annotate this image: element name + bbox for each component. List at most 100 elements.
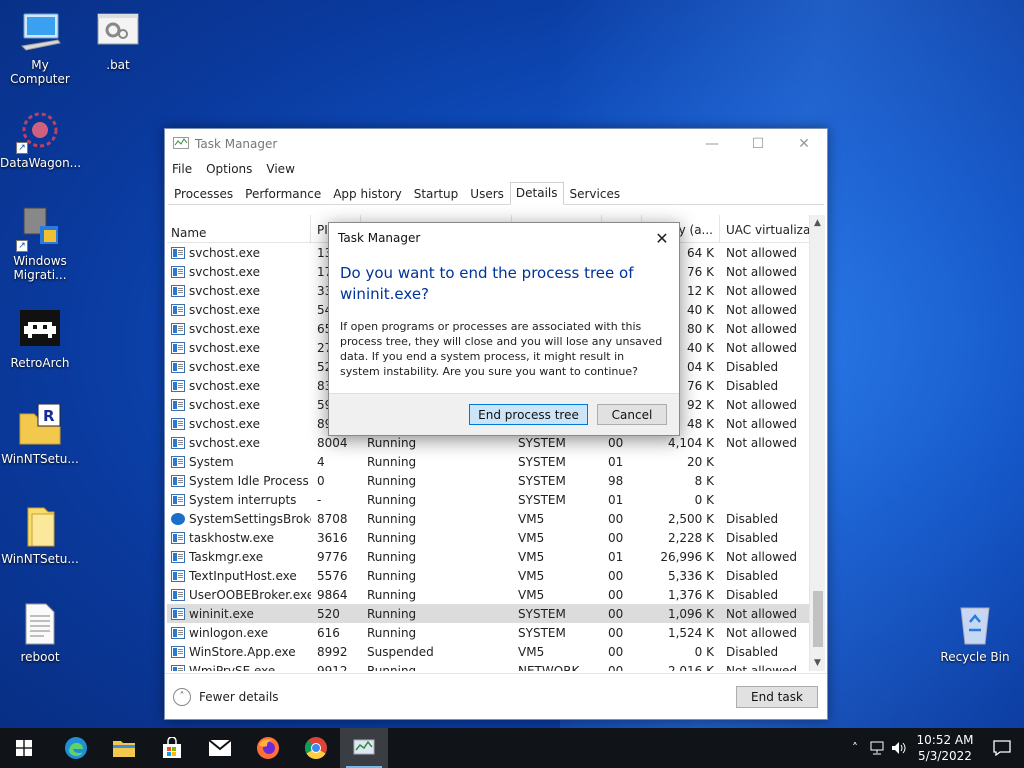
desktop-icon-winntsetup-2[interactable]: WinNTSetu... bbox=[0, 504, 80, 566]
cell-name: svchost.exe bbox=[167, 436, 311, 450]
taskbar-edge[interactable] bbox=[52, 728, 100, 768]
table-row[interactable]: wininit.exe 520 Running SYSTEM 00 1,096 K Not … bbox=[167, 604, 825, 623]
scroll-down-icon[interactable]: ▼ bbox=[810, 655, 825, 671]
tab-performance[interactable]: Performance bbox=[239, 183, 327, 205]
notifications-button[interactable] bbox=[980, 740, 1024, 756]
end-task-button[interactable]: End task bbox=[736, 685, 818, 708]
footer-bar: ˄ Fewer details End task bbox=[165, 673, 827, 719]
cell-name: TextInputHost.exe bbox=[167, 569, 311, 583]
cell-mem: 5,336 K bbox=[667, 568, 714, 583]
menu-view[interactable]: View bbox=[266, 162, 300, 176]
cell-name: svchost.exe bbox=[167, 284, 311, 298]
scroll-up-icon[interactable]: ▲ bbox=[810, 215, 825, 231]
cell-user: VM5 bbox=[518, 549, 545, 564]
process-icon bbox=[171, 474, 185, 487]
fewer-details-link[interactable]: ˄ Fewer details bbox=[173, 687, 279, 706]
cell-pid: 616 bbox=[317, 625, 340, 640]
close-icon[interactable]: ✕ bbox=[781, 129, 827, 159]
cell-status: Running bbox=[367, 587, 417, 602]
cell-pid: 9776 bbox=[317, 549, 348, 564]
table-row[interactable]: System interrupts - Running SYSTEM 01 0 K bbox=[167, 490, 825, 509]
clock-time: 10:52 AM bbox=[916, 733, 974, 747]
tab-details[interactable]: Details bbox=[509, 182, 564, 205]
tab-processes[interactable]: Processes bbox=[168, 183, 239, 205]
desktop-icon-bat[interactable]: .bat bbox=[78, 10, 158, 72]
scrollbar-thumb[interactable] bbox=[813, 591, 823, 647]
taskbar-task-manager[interactable] bbox=[340, 728, 388, 768]
end-process-tree-dialog: Task Manager ✕ Do you want to end the pr… bbox=[328, 222, 680, 436]
desktop-icon-recycle-bin[interactable]: Recycle Bin bbox=[935, 602, 1015, 664]
dialog-title-bar[interactable]: Task Manager ✕ bbox=[329, 223, 679, 253]
taskbar-clock[interactable]: 10:52 AM 5/3/2022 bbox=[910, 732, 980, 764]
table-row[interactable]: TextInputHost.exe 5576 Running VM5 00 5,336 K… bbox=[167, 566, 825, 585]
chevron-up-icon: ˄ bbox=[173, 687, 191, 706]
menu-options[interactable]: Options bbox=[206, 162, 258, 176]
volume-icon[interactable] bbox=[888, 741, 910, 755]
table-row[interactable]: System Idle Process 0 Running SYSTEM 98 8 K bbox=[167, 471, 825, 490]
folder-icon bbox=[18, 504, 62, 548]
cell-mem: 8 K bbox=[694, 473, 714, 488]
cell-name: wininit.exe bbox=[167, 607, 311, 621]
desktop-icon-reboot[interactable]: reboot bbox=[0, 602, 80, 664]
process-icon bbox=[171, 531, 185, 544]
network-icon[interactable] bbox=[866, 741, 888, 755]
tab-services[interactable]: Services bbox=[564, 183, 627, 205]
cell-pid: 4 bbox=[317, 454, 325, 469]
chevron-up-icon[interactable]: ˄ bbox=[844, 741, 866, 755]
close-icon[interactable]: ✕ bbox=[645, 223, 679, 253]
column-header-uac[interactable]: UAC virtualizat... bbox=[720, 215, 821, 242]
cell-name: WinStore.App.exe bbox=[167, 645, 311, 659]
table-row[interactable]: winlogon.exe 616 Running SYSTEM 00 1,524 K Not… bbox=[167, 623, 825, 642]
table-row[interactable]: SystemSettingsBroke... 8708 Running VM5 00 2,… bbox=[167, 509, 825, 528]
cell-name: System interrupts bbox=[167, 493, 311, 507]
table-row[interactable]: Taskmgr.exe 9776 Running VM5 01 26,996 K Not a… bbox=[167, 547, 825, 566]
vertical-scrollbar[interactable]: ▲ ▼ bbox=[809, 215, 825, 671]
table-row[interactable]: taskhostw.exe 3616 Running VM5 00 2,228 K Disa… bbox=[167, 528, 825, 547]
maximize-icon[interactable]: ☐ bbox=[735, 129, 781, 159]
desktop-icon-my-computer[interactable]: My Computer bbox=[0, 10, 80, 86]
cell-uac: Not allowed bbox=[726, 283, 798, 298]
table-row[interactable]: WmiPrvSE.exe 9912 Running NETWORK... 00 2,016… bbox=[167, 661, 825, 671]
cell-name: taskhostw.exe bbox=[167, 531, 311, 545]
title-bar[interactable]: Task Manager — ☐ ✕ bbox=[165, 129, 827, 159]
taskbar-chrome[interactable] bbox=[292, 728, 340, 768]
firefox-icon bbox=[257, 737, 279, 759]
minimize-icon[interactable]: — bbox=[689, 129, 735, 159]
cancel-button[interactable]: Cancel bbox=[597, 404, 667, 425]
tab-app-history[interactable]: App history bbox=[327, 183, 408, 205]
column-header-name[interactable]: ˄ Name bbox=[167, 215, 311, 242]
taskbar-firefox[interactable] bbox=[244, 728, 292, 768]
table-row[interactable]: System 4 Running SYSTEM 01 20 K bbox=[167, 452, 825, 471]
taskbar-store[interactable] bbox=[148, 728, 196, 768]
taskbar: ˄ 10:52 AM 5/3/2022 bbox=[0, 728, 1024, 768]
cell-pid: 8992 bbox=[317, 644, 348, 659]
cell-mem: 1,096 K bbox=[667, 606, 714, 621]
start-button[interactable] bbox=[0, 728, 48, 768]
cell-pid: 5576 bbox=[317, 568, 348, 583]
process-icon bbox=[171, 265, 185, 278]
process-icon bbox=[171, 455, 185, 468]
cell-uac: Disabled bbox=[726, 511, 779, 526]
cell-uac: Not allowed bbox=[726, 302, 798, 317]
table-row[interactable]: WinStore.App.exe 8992 Suspended VM5 00 0 K Dis… bbox=[167, 642, 825, 661]
desktop-icon-label: .bat bbox=[106, 58, 130, 72]
tab-startup[interactable]: Startup bbox=[408, 183, 465, 205]
cell-user: VM5 bbox=[518, 511, 545, 526]
taskbar-mail[interactable] bbox=[196, 728, 244, 768]
desktop-icon-windows-migration[interactable]: ↗ Windows Migrati... bbox=[0, 206, 80, 282]
end-process-tree-button[interactable]: End process tree bbox=[469, 404, 588, 425]
cell-cpu: 01 bbox=[608, 549, 624, 564]
desktop-icon-retroarch[interactable]: RetroArch bbox=[0, 308, 80, 370]
tab-users[interactable]: Users bbox=[464, 183, 510, 205]
taskbar-file-explorer[interactable] bbox=[100, 728, 148, 768]
desktop-icon-winntsetup-1[interactable]: R WinNTSetu... bbox=[0, 403, 80, 466]
table-row[interactable]: UserOOBEBroker.exe 9864 Running VM5 00 1,376 … bbox=[167, 585, 825, 604]
cell-pid: - bbox=[317, 492, 322, 507]
cell-user: VM5 bbox=[518, 644, 545, 659]
cell-cpu: 01 bbox=[608, 454, 624, 469]
desktop-icon-datawagon[interactable]: ↗ DataWagon... bbox=[0, 108, 81, 170]
menu-file[interactable]: File bbox=[172, 162, 198, 176]
sort-ascending-icon: ˄ bbox=[233, 215, 238, 222]
cell-uac: Disabled bbox=[726, 378, 779, 393]
process-name: svchost.exe bbox=[189, 264, 260, 279]
